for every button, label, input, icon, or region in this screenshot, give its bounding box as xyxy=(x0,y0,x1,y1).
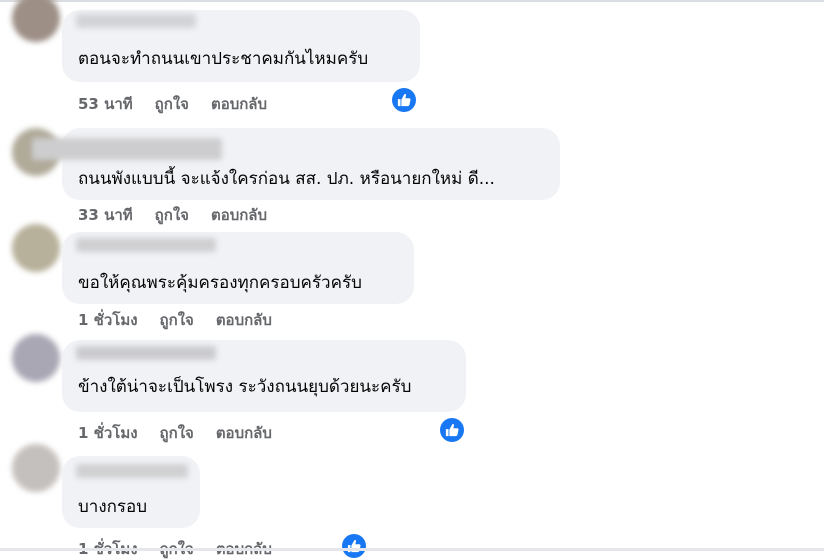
comment-actions: 1 ชั่วโมง ถูกใจ ตอบกลับ xyxy=(78,310,272,330)
author-name[interactable] xyxy=(76,238,216,252)
comment-text: ถนนพังแบบนี้ จะแจ้งใครก่อน สส. ปภ. หรือน… xyxy=(78,169,495,189)
comment-text: ตอนจะทำถนนเขาประชาคมกันไหมครับ xyxy=(78,49,369,69)
reply-button[interactable]: ตอบกลับ xyxy=(211,94,267,114)
comment-actions: 53 นาที ถูกใจ ตอบกลับ xyxy=(78,94,267,114)
like-icon[interactable] xyxy=(392,88,416,112)
reply-button[interactable]: ตอบกลับ xyxy=(216,310,272,330)
avatar[interactable] xyxy=(12,224,60,272)
like-icon[interactable] xyxy=(440,418,464,442)
comment-actions: 1 ชั่วโมง ถูกใจ ตอบกลับ xyxy=(78,423,272,443)
comment-actions: 33 นาที ถูกใจ ตอบกลับ xyxy=(78,205,267,225)
avatar[interactable] xyxy=(12,0,60,42)
avatar[interactable] xyxy=(12,444,60,492)
like-icon[interactable] xyxy=(342,534,366,558)
avatar[interactable] xyxy=(12,334,60,382)
author-name[interactable] xyxy=(32,138,222,160)
like-button[interactable]: ถูกใจ xyxy=(160,423,194,443)
comment-bubble: ถนนพังแบบนี้ จะแจ้งใครก่อน สส. ปภ. หรือน… xyxy=(32,128,560,200)
comment-bubble: ตอนจะทำถนนเขาประชาคมกันไหมครับ xyxy=(62,10,420,82)
comment-text: บางกรอบ xyxy=(78,497,148,517)
comment-timestamp[interactable]: 33 นาที xyxy=(78,205,133,225)
comment-bubble: บางกรอบ xyxy=(62,456,200,528)
author-name[interactable] xyxy=(76,346,216,360)
author-name[interactable] xyxy=(76,464,188,478)
comment-timestamp[interactable]: 53 นาที xyxy=(78,94,133,114)
comment-timestamp[interactable]: 1 ชั่วโมง xyxy=(78,423,138,443)
comment-text: ข้างใต้น่าจะเป็นโพรง ระวังถนนยุบด้วยนะคร… xyxy=(78,377,412,397)
reply-button[interactable]: ตอบกลับ xyxy=(216,423,272,443)
like-button[interactable]: ถูกใจ xyxy=(155,205,189,225)
comment-bubble: ขอให้คุณพระคุ้มครองทุกครอบครัวครับ xyxy=(62,232,414,304)
like-button[interactable]: ถูกใจ xyxy=(160,310,194,330)
author-name[interactable] xyxy=(76,14,196,28)
like-button[interactable]: ถูกใจ xyxy=(155,94,189,114)
top-divider xyxy=(0,0,824,2)
comment-bubble: ข้างใต้น่าจะเป็นโพรง ระวังถนนยุบด้วยนะคร… xyxy=(62,340,466,412)
reply-button[interactable]: ตอบกลับ xyxy=(211,205,267,225)
comment-timestamp[interactable]: 1 ชั่วโมง xyxy=(78,310,138,330)
comment-text: ขอให้คุณพระคุ้มครองทุกครอบครัวครับ xyxy=(78,273,362,293)
